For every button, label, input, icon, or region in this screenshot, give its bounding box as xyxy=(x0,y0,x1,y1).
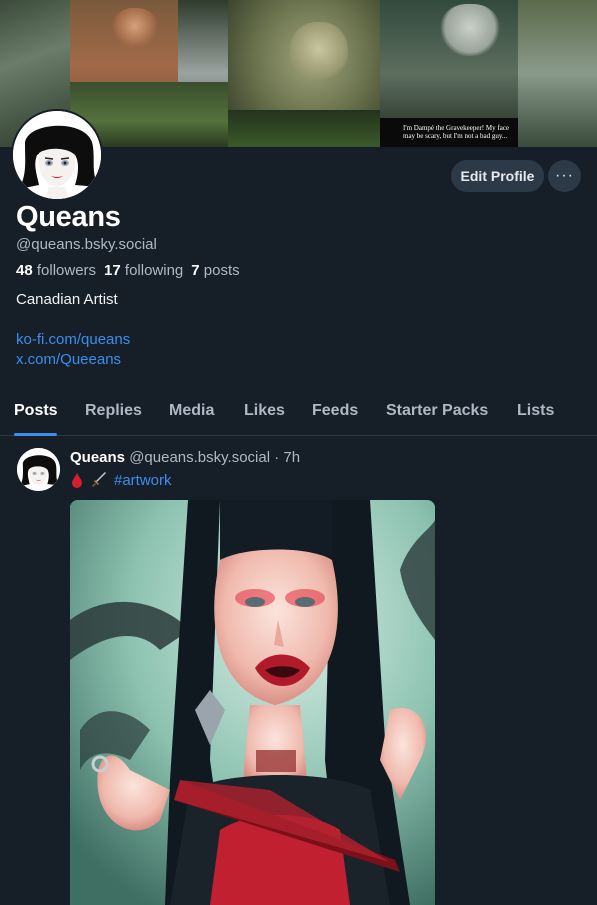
posts-stat: 7 posts xyxy=(191,262,239,279)
profile-stats: 48 followers 17 following 7 posts xyxy=(16,262,240,279)
profile-bio: Canadian Artist xyxy=(16,291,118,308)
banner-character xyxy=(290,22,348,82)
post-header: Queans @queans.bsky.social · 7h xyxy=(70,449,300,466)
profile-tabs: Posts Replies Media Likes Feeds Starter … xyxy=(0,388,597,436)
following-count: 17 xyxy=(104,262,121,279)
post-timestamp[interactable]: 7h xyxy=(283,449,300,466)
tab-lists[interactable]: Lists xyxy=(517,402,554,420)
profile-avatar[interactable] xyxy=(11,109,103,201)
post-author-name[interactable]: Queans xyxy=(70,449,125,466)
artwork-illustration xyxy=(70,500,435,905)
banner-tile xyxy=(518,0,597,147)
post-text: #artwork xyxy=(70,471,172,489)
tab-replies[interactable]: Replies xyxy=(85,402,142,420)
tab-media[interactable]: Media xyxy=(169,402,214,420)
blood-drop-icon xyxy=(72,473,82,488)
post-author-avatar[interactable] xyxy=(17,448,60,491)
post-separator: · xyxy=(274,449,280,466)
ellipsis-icon: ··· xyxy=(555,167,574,184)
followers-label: followers xyxy=(36,262,97,279)
edit-profile-button[interactable]: Edit Profile xyxy=(451,160,544,192)
post-image[interactable] xyxy=(70,500,435,905)
dagger-icon xyxy=(92,472,106,487)
profile-display-name: Queans xyxy=(16,201,121,233)
posts-count: 7 xyxy=(191,262,200,279)
more-options-button[interactable]: ··· xyxy=(548,160,581,192)
tab-likes[interactable]: Likes xyxy=(244,402,285,420)
followers-stat[interactable]: 48 followers xyxy=(16,262,96,279)
banner-caption: I'm Dampé the Gravekeeper! My face may b… xyxy=(403,124,510,140)
tab-feeds[interactable]: Feeds xyxy=(312,402,358,420)
avatar-illustration xyxy=(17,448,60,491)
profile-handle: @queans.bsky.social xyxy=(16,236,157,253)
bio-link-kofi[interactable]: ko-fi.com/queans xyxy=(16,331,130,348)
banner-character xyxy=(112,8,158,48)
following-label: following xyxy=(124,262,184,279)
avatar-illustration xyxy=(13,111,101,199)
post-author-handle[interactable]: @queans.bsky.social xyxy=(129,449,270,466)
banner-character xyxy=(440,4,500,56)
tab-posts[interactable]: Posts xyxy=(14,402,58,420)
active-tab-indicator xyxy=(14,433,57,436)
followers-count: 48 xyxy=(16,262,33,279)
post-hashtag[interactable]: #artwork xyxy=(114,472,172,489)
posts-label: posts xyxy=(203,262,240,279)
tab-starter-packs[interactable]: Starter Packs xyxy=(386,402,488,420)
following-stat[interactable]: 17 following xyxy=(104,262,183,279)
banner-tile xyxy=(228,110,380,147)
bio-link-x[interactable]: x.com/Queeans xyxy=(16,351,121,368)
